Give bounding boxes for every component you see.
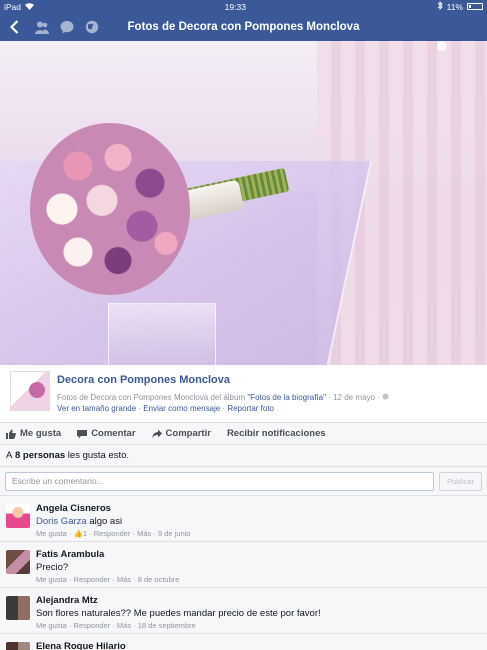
comment-label: Comentar [91,428,136,439]
wifi-icon [25,2,35,12]
comment-text: Son flores naturales?? Me puedes mandar … [36,608,321,619]
battery-icon [467,3,483,10]
photo-bouquet [30,123,190,295]
messages-icon[interactable] [59,20,74,35]
comment-like-link[interactable]: Me gusta [36,529,67,538]
comment-author[interactable]: Elena Roque Hilario [36,641,126,650]
comment-item: Alejandra Mtz Son flores naturales?? Me … [0,588,487,634]
back-button[interactable] [2,13,26,41]
privacy-globe-icon [382,393,389,402]
post-meta: Fotos de Decora con Pompones Monclova de… [57,393,389,402]
like-button[interactable]: Me gusta [6,428,61,439]
comment-author[interactable]: Alejandra Mtz [36,595,98,606]
bluetooth-icon [437,0,443,12]
comment-body: algo asi [89,516,123,527]
publish-button[interactable]: Publicar [439,471,482,491]
thumbs-up-icon [6,429,16,439]
photo-viewer[interactable] [0,41,487,365]
friend-requests-icon[interactable] [34,20,49,35]
comment-icon [77,429,88,438]
avatar[interactable] [6,596,30,620]
likes-count-link[interactable]: 8 personas [15,450,65,461]
comment-like-count[interactable]: 1 [83,529,87,538]
album-link[interactable]: "Fotos de la biografía" [247,393,326,402]
comment-reply-link[interactable]: Responder [94,529,131,538]
share-label: Compartir [165,428,211,439]
mention-link[interactable]: Doris Garza [36,516,87,527]
comment-composer: Publicar [0,467,487,496]
page-avatar[interactable] [10,371,50,411]
globe-icon[interactable] [84,20,99,35]
post-date: · 12 de mayo · [328,393,380,402]
page-name-link[interactable]: Decora con Pompones Monclova [57,374,230,386]
avatar[interactable] [6,642,30,650]
notify-label: Recibir notificaciones [226,428,326,439]
action-bar: Me gusta Comentar Compartir Recibir noti… [0,423,487,445]
comment-date: 9 de junio [157,529,191,538]
avatar[interactable] [6,550,30,574]
photo-light-dot [437,41,447,51]
comment-text: Precio? [36,562,68,573]
comment-input[interactable] [5,471,434,491]
avatar[interactable] [6,504,30,528]
like-label: Me gusta [20,428,62,439]
notifications-button[interactable]: Recibir notificaciones [227,428,326,439]
thumbs-up-icon: 👍 [73,529,83,538]
post-info: Decora con Pompones Monclova Fotos de De… [0,365,487,423]
device-label: iPad [4,1,22,12]
comment-date: 18 de septiembre [137,621,196,630]
comment-body: Son flores naturales?? Me puedes mandar … [36,608,321,619]
comment-item: Fatis Arambula Precio? Me gusta · Respon… [0,542,487,588]
post-links: Ver en tamaño grande · Enviar como mensa… [57,404,275,413]
comment-reply-link[interactable]: Responder [74,575,111,584]
comment-body: Precio? [36,562,69,573]
comment-meta: Me gusta · 👍1 · Responder · Más · 9 de j… [36,529,191,538]
meta-prefix: Fotos de Decora con Pompones Monclova de… [57,393,246,402]
view-large-link[interactable]: Ver en tamaño grande [57,404,136,413]
comment-meta: Me gusta · Responder · Más · 8 de octubr… [36,575,180,584]
comment-more-link[interactable]: Más [117,621,131,630]
battery-percent: 11% [446,1,463,12]
likes-suffix: les gusta esto. [67,450,130,461]
comment-meta: Me gusta · Responder · Más · 18 de septi… [36,621,196,630]
share-arrow-icon [151,429,162,438]
likes-summary: A 8 personas les gusta esto. [0,445,487,467]
status-bar: iPad 19:33 11% [0,0,487,13]
clock: 19:33 [224,1,246,12]
comment-date: 8 de octubre [137,575,180,584]
nav-bar: Fotos de Decora con Pompones Monclova [0,13,487,41]
comment-like-link[interactable]: Me gusta [36,621,67,630]
comment-author[interactable]: Fatis Arambula [36,549,104,560]
report-photo-link[interactable]: Reportar foto [227,404,274,413]
send-message-link[interactable]: Enviar como mensaje [143,404,220,413]
comment-button[interactable]: Comentar [77,428,136,439]
chevron-left-icon [9,20,18,34]
comment-like-link[interactable]: Me gusta [36,575,67,584]
comment-text: Doris Garza algo asi [36,516,122,527]
likes-prefix: A [6,450,13,461]
comment-more-link[interactable]: Más [117,575,131,584]
comment-item: Angela Cisneros Doris Garza algo asi Me … [0,496,487,542]
share-button[interactable]: Compartir [151,428,211,439]
comment-more-link[interactable]: Más [137,529,151,538]
comment-author[interactable]: Angela Cisneros [36,503,111,514]
comment-reply-link[interactable]: Responder [74,621,111,630]
photo-table-stand [108,303,216,365]
comment-item: Elena Roque Hilario [0,634,487,650]
